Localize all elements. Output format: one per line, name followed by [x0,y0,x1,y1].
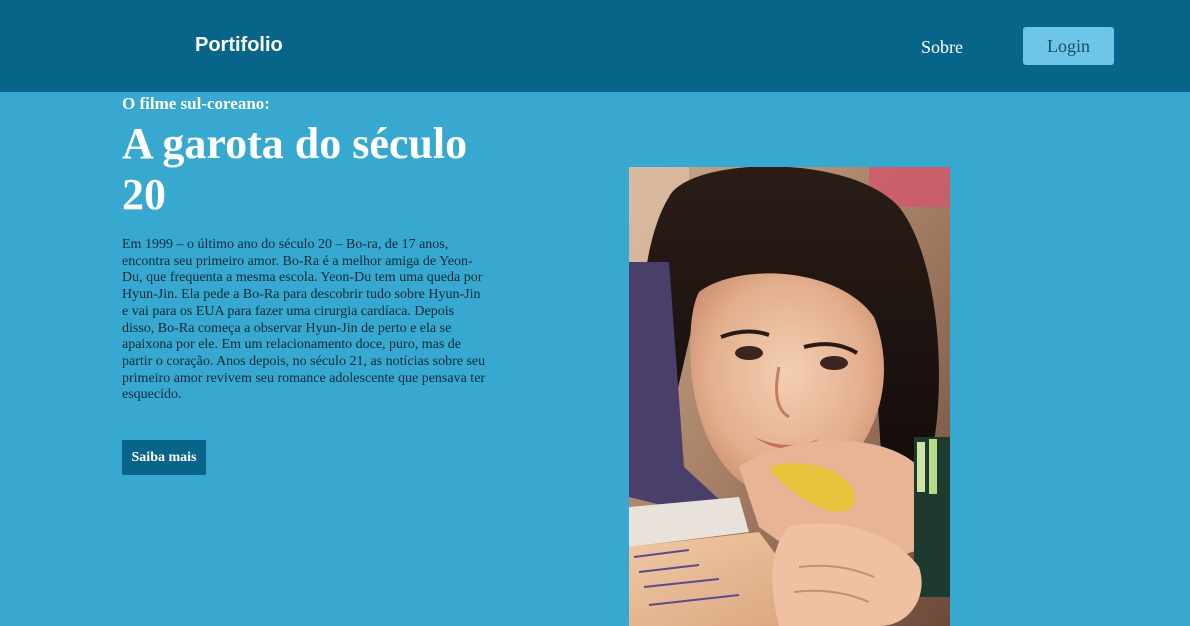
hero-title: A garota do século 20 [122,119,468,219]
hero-synopsis: Em 1999 – o último ano do século 20 – Bo… [122,237,486,403]
brand-logo[interactable]: Portifolio [195,33,283,57]
movie-still-image [629,167,950,626]
navbar: Portifolio Sobre Login [0,0,1190,92]
hero-kicker: O filme sul-coreano: [122,94,270,113]
saiba-mais-button[interactable]: Saiba mais [122,440,206,475]
nav-link-sobre[interactable]: Sobre [921,36,963,58]
login-button[interactable]: Login [1023,27,1114,65]
